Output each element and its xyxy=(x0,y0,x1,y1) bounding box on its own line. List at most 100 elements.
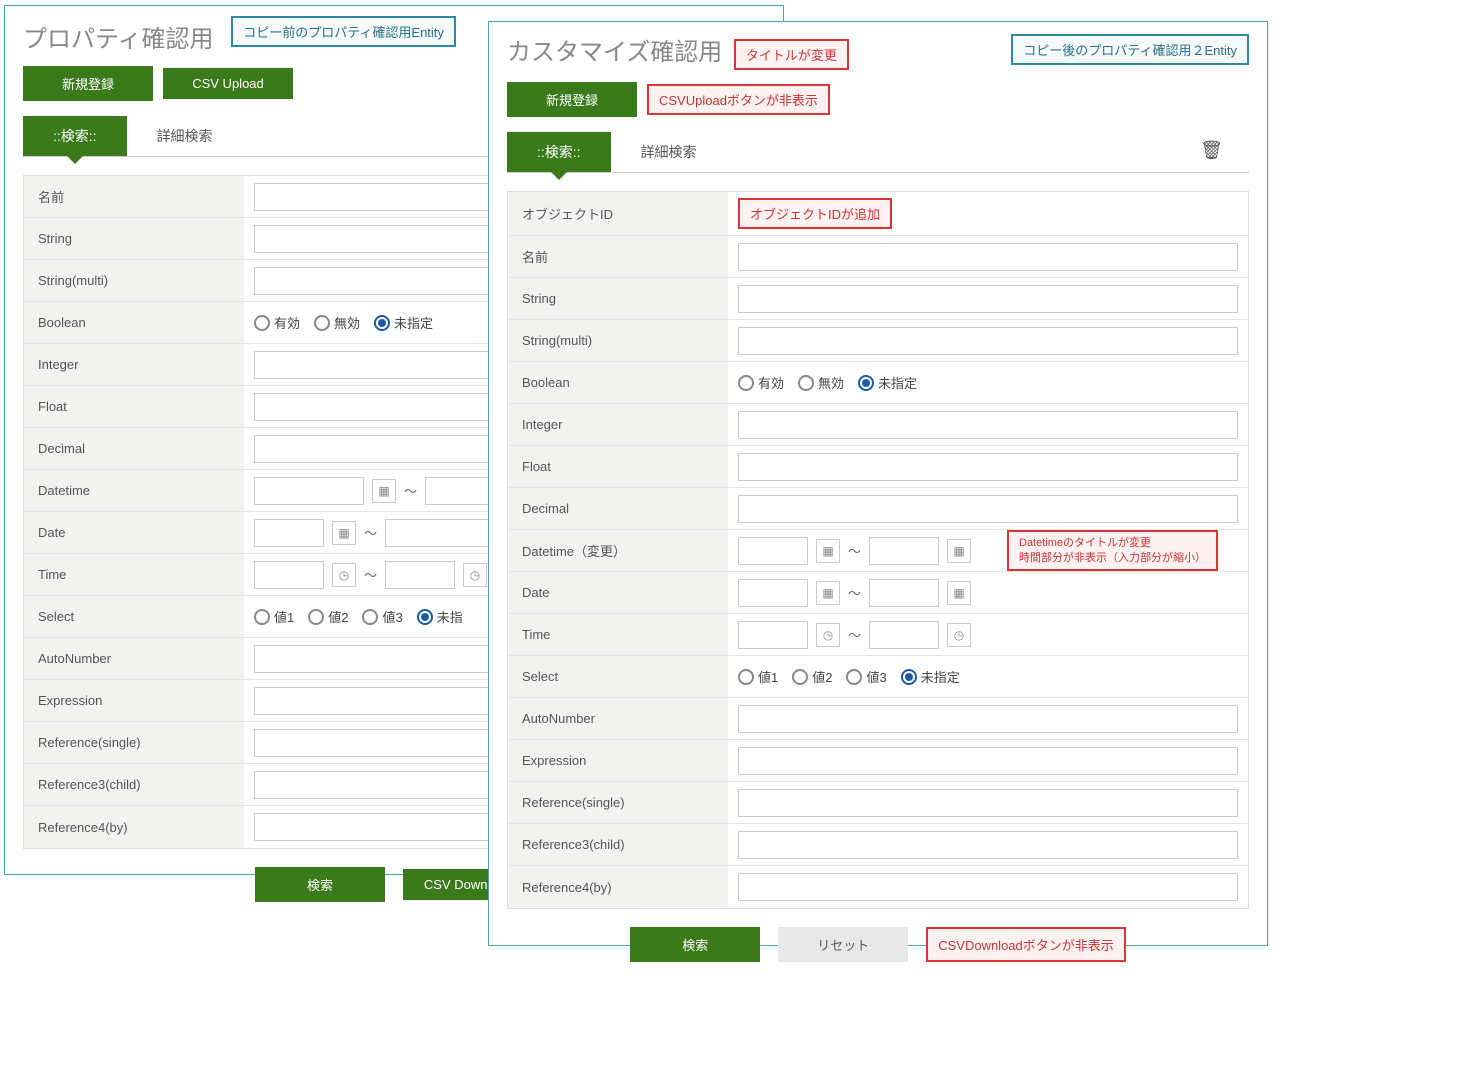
datetime-from-input[interactable] xyxy=(254,477,364,505)
select-v3-radio[interactable]: 値3 xyxy=(362,607,402,626)
label-float: Float xyxy=(24,386,244,427)
decimal-input[interactable] xyxy=(738,495,1238,523)
label-string-multi: String(multi) xyxy=(508,320,728,361)
label-expression: Expression xyxy=(24,680,244,721)
trash-icon[interactable]: 🗑 xyxy=(1192,132,1231,169)
object-id-added-note: オブジェクトIDが追加 xyxy=(738,198,892,229)
label-decimal: Decimal xyxy=(508,488,728,529)
boolean-unspecified-radio[interactable]: 未指定 xyxy=(374,313,433,332)
time-to-input[interactable] xyxy=(869,621,939,649)
select-unspecified-radio[interactable]: 未指 xyxy=(417,607,463,626)
time-from-input[interactable] xyxy=(254,561,324,589)
name-input[interactable] xyxy=(738,243,1238,271)
search-button[interactable]: 検索 xyxy=(630,927,760,962)
label-select: Select xyxy=(508,656,728,697)
tab-advanced-search[interactable]: 詳細検索 xyxy=(127,116,243,156)
calendar-icon[interactable]: ▦ xyxy=(816,581,840,605)
string-multi-input[interactable] xyxy=(738,327,1238,355)
ref-single-input[interactable] xyxy=(738,789,1238,817)
select-v2-radio[interactable]: 値2 xyxy=(792,667,832,686)
label-boolean: Boolean xyxy=(508,362,728,403)
boolean-invalid-radio[interactable]: 無効 xyxy=(314,313,360,332)
label-datetime: Datetime（変更） xyxy=(508,530,728,571)
date-from-input[interactable] xyxy=(254,519,324,547)
label-string: String xyxy=(24,218,244,259)
range-separator: ～ xyxy=(404,481,417,500)
calendar-icon[interactable]: ▦ xyxy=(816,539,840,563)
label-ref-single: Reference(single) xyxy=(24,722,244,763)
string-input[interactable] xyxy=(738,285,1238,313)
label-datetime: Datetime xyxy=(24,470,244,511)
search-form: オブジェクトID オブジェクトIDが追加 名前 String String(mu… xyxy=(507,191,1249,909)
tab-advanced-search[interactable]: 詳細検索 xyxy=(611,132,727,172)
reset-button[interactable]: リセット xyxy=(778,927,908,962)
calendar-icon[interactable]: ▦ xyxy=(332,521,356,545)
label-integer: Integer xyxy=(24,344,244,385)
title-changed-note: タイトルが変更 xyxy=(734,39,849,70)
page-title: プロパティ確認用 xyxy=(23,19,214,54)
expression-input[interactable] xyxy=(738,747,1238,775)
clock-icon[interactable]: ◷ xyxy=(947,623,971,647)
label-object-id: オブジェクトID xyxy=(508,192,728,235)
entity-note-before: コピー前のプロパティ確認用Entity xyxy=(231,16,456,47)
label-name: 名前 xyxy=(24,176,244,217)
select-unspecified-radio[interactable]: 未指定 xyxy=(901,667,960,686)
datetime-to-input[interactable] xyxy=(425,477,495,505)
select-v1-radio[interactable]: 値1 xyxy=(738,667,778,686)
label-date: Date xyxy=(508,572,728,613)
boolean-valid-radio[interactable]: 有効 xyxy=(738,373,784,392)
clock-icon[interactable]: ◷ xyxy=(816,623,840,647)
label-autonumber: AutoNumber xyxy=(24,638,244,679)
csv-upload-button[interactable]: CSV Upload xyxy=(163,68,293,99)
label-name: 名前 xyxy=(508,236,728,277)
label-ref3-child: Reference3(child) xyxy=(508,824,728,865)
clock-icon[interactable]: ◷ xyxy=(332,563,356,587)
page-title: カスタマイズ確認用 xyxy=(507,32,722,67)
csv-download-hidden-note: CSVDownloadボタンが非表示 xyxy=(926,927,1126,962)
new-register-button[interactable]: 新規登録 xyxy=(507,82,637,117)
boolean-invalid-radio[interactable]: 無効 xyxy=(798,373,844,392)
label-ref4-by: Reference4(by) xyxy=(24,806,244,848)
label-string: String xyxy=(508,278,728,319)
date-to-input[interactable] xyxy=(869,579,939,607)
label-autonumber: AutoNumber xyxy=(508,698,728,739)
date-to-input[interactable] xyxy=(385,519,495,547)
ref3-child-input[interactable] xyxy=(738,831,1238,859)
datetime-changed-note: Datetimeのタイトルが変更 時間部分が非表示（入力部分が縮小） xyxy=(1007,530,1218,571)
label-time: Time xyxy=(24,554,244,595)
float-input[interactable] xyxy=(738,453,1238,481)
integer-input[interactable] xyxy=(738,411,1238,439)
label-ref4-by: Reference4(by) xyxy=(508,866,728,908)
time-from-input[interactable] xyxy=(738,621,808,649)
label-float: Float xyxy=(508,446,728,487)
select-v1-radio[interactable]: 値1 xyxy=(254,607,294,626)
select-v2-radio[interactable]: 値2 xyxy=(308,607,348,626)
tab-search[interactable]: ::検索:: xyxy=(507,132,611,172)
label-decimal: Decimal xyxy=(24,428,244,469)
time-to-input[interactable] xyxy=(385,561,455,589)
label-integer: Integer xyxy=(508,404,728,445)
search-button[interactable]: 検索 xyxy=(255,867,385,902)
label-time: Time xyxy=(508,614,728,655)
csv-upload-hidden-note: CSVUploadボタンが非表示 xyxy=(647,84,830,115)
tab-bar: ::検索:: 詳細検索 🗑 xyxy=(507,132,1249,173)
ref4-by-input[interactable] xyxy=(738,873,1238,901)
calendar-icon[interactable]: ▦ xyxy=(947,581,971,605)
boolean-valid-radio[interactable]: 有効 xyxy=(254,313,300,332)
boolean-unspecified-radio[interactable]: 未指定 xyxy=(858,373,917,392)
label-string-multi: String(multi) xyxy=(24,260,244,301)
date-from-input[interactable] xyxy=(738,579,808,607)
calendar-icon[interactable]: ▦ xyxy=(947,539,971,563)
datetime-to-input[interactable] xyxy=(869,537,939,565)
select-v3-radio[interactable]: 値3 xyxy=(846,667,886,686)
calendar-icon[interactable]: ▦ xyxy=(372,479,396,503)
tab-search[interactable]: ::検索:: xyxy=(23,116,127,156)
autonumber-input[interactable] xyxy=(738,705,1238,733)
label-expression: Expression xyxy=(508,740,728,781)
clock-icon[interactable]: ◷ xyxy=(463,563,487,587)
entity-note-after: コピー後のプロパティ確認用２Entity xyxy=(1011,34,1249,65)
label-select: Select xyxy=(24,596,244,637)
label-date: Date xyxy=(24,512,244,553)
datetime-from-input[interactable] xyxy=(738,537,808,565)
new-register-button[interactable]: 新規登録 xyxy=(23,66,153,101)
